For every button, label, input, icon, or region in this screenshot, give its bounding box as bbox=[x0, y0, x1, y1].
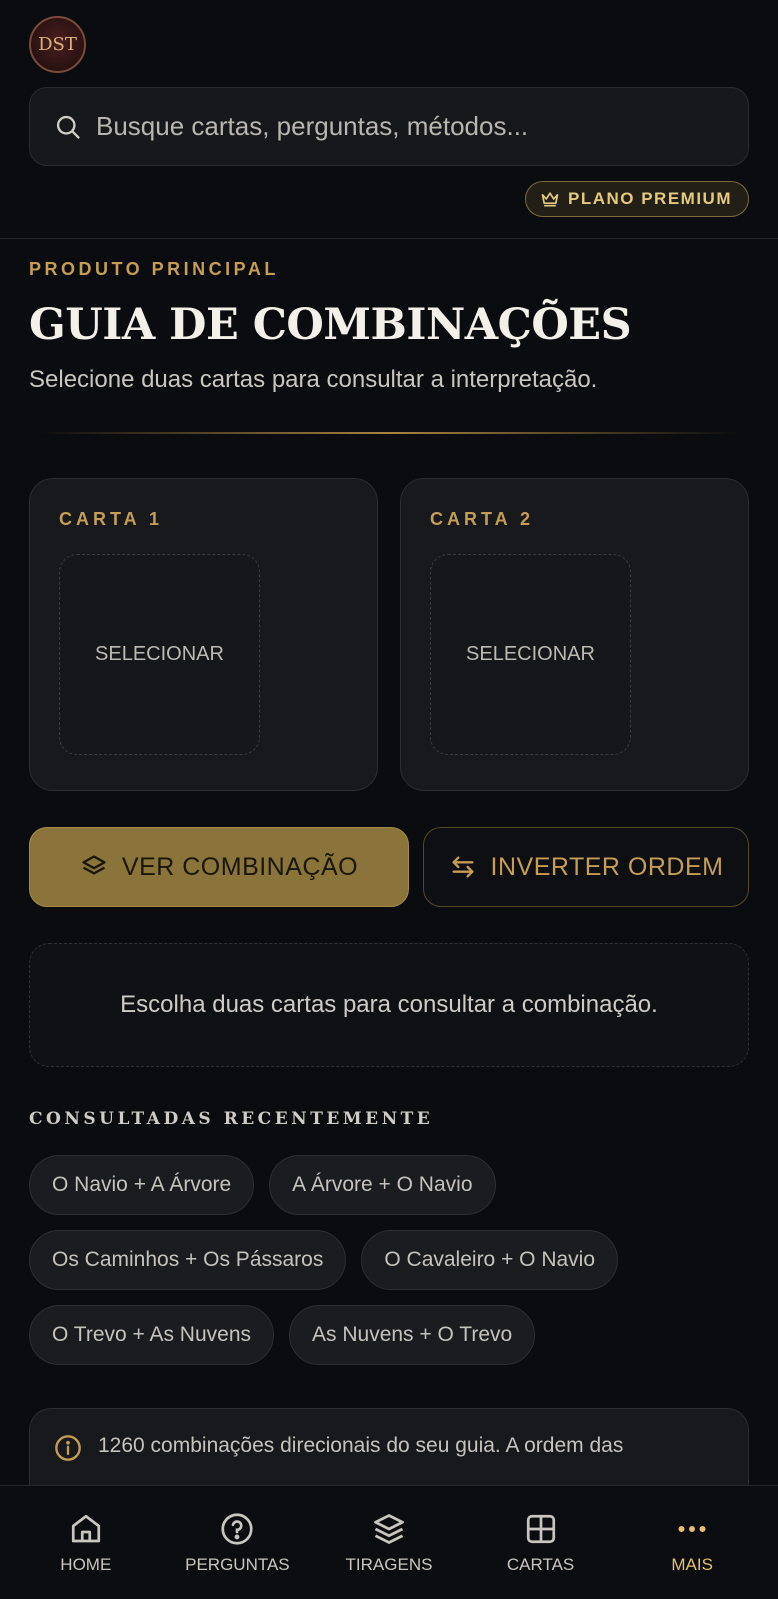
hint-text: Escolha duas cartas para consultar a com… bbox=[120, 991, 658, 1018]
nav-item-home[interactable]: HOME bbox=[11, 1511, 161, 1575]
search-input[interactable] bbox=[96, 111, 724, 142]
crown-icon bbox=[541, 192, 559, 207]
home-icon bbox=[71, 1514, 100, 1542]
recent-chip[interactable]: O Navio + A Árvore bbox=[29, 1155, 255, 1215]
search-icon bbox=[56, 115, 80, 139]
premium-plan-badge[interactable]: PLANO PREMIUM bbox=[525, 181, 749, 217]
bottom-navigation: HOME PERGUNTAS TIRAGENS CARTAS MAIS bbox=[0, 1485, 778, 1599]
nav-item-tiragens[interactable]: TIRAGENS bbox=[314, 1511, 464, 1575]
grid-icon bbox=[526, 1514, 555, 1543]
card-2-label: CARTA 2 bbox=[430, 509, 534, 529]
nav-label-home: HOME bbox=[60, 1554, 112, 1574]
view-combination-button[interactable]: VER COMBINAÇÃO bbox=[29, 827, 409, 907]
search-bar[interactable] bbox=[29, 87, 749, 166]
swap-arrows-icon bbox=[452, 856, 474, 878]
page-title: GUIA DE COMBINAÇÕES bbox=[29, 300, 632, 350]
card-2-select-slot[interactable]: SELECIONAR bbox=[430, 554, 631, 755]
nav-label-mais: MAIS bbox=[671, 1554, 713, 1574]
nav-item-perguntas[interactable]: PERGUNTAS bbox=[162, 1511, 312, 1575]
section-eyebrow: PRODUTO PRINCIPAL bbox=[29, 259, 279, 279]
recent-chip[interactable]: O Cavaleiro + O Navio bbox=[361, 1230, 619, 1290]
page-subtitle: Selecione duas cartas para consultar a i… bbox=[29, 366, 598, 393]
recent-chip[interactable]: O Trevo + As Nuvens bbox=[29, 1305, 275, 1365]
card-1-panel: CARTA 1 SELECIONAR bbox=[29, 478, 378, 791]
view-combination-label: VER COMBINAÇÃO bbox=[121, 852, 359, 881]
card-1-select-slot[interactable]: SELECIONAR bbox=[59, 554, 260, 755]
gold-divider bbox=[39, 432, 739, 434]
main-content: PRODUTO PRINCIPAL GUIA DE COMBINAÇÕES Se… bbox=[0, 259, 778, 1528]
recent-chip[interactable]: As Nuvens + O Trevo bbox=[289, 1305, 536, 1365]
recent-combinations-list: O Navio + A Árvore A Árvore + O Navio Os… bbox=[29, 1155, 749, 1365]
layers-icon bbox=[374, 1513, 404, 1544]
nav-label-cartas: CARTAS bbox=[506, 1554, 575, 1574]
card-2-panel: CARTA 2 SELECIONAR bbox=[400, 478, 749, 791]
invert-order-label: INVERTER ORDEM bbox=[490, 852, 724, 881]
question-icon bbox=[221, 1512, 253, 1545]
info-icon bbox=[55, 1435, 81, 1461]
app-logo[interactable]: DST bbox=[29, 16, 86, 73]
nav-item-mais[interactable]: MAIS bbox=[617, 1511, 767, 1575]
recent-chip[interactable]: A Árvore + O Navio bbox=[269, 1155, 496, 1215]
nav-label-tiragens: TIRAGENS bbox=[345, 1554, 433, 1574]
recent-section-title: CONSULTADAS RECENTEMENTE bbox=[29, 1109, 434, 1129]
nav-label-perguntas: PERGUNTAS bbox=[185, 1554, 290, 1574]
combination-guide-page: DST PLANO PREMIUM PRODUTO PRINCIPAL GUIA… bbox=[0, 0, 778, 1599]
logo-text: DST bbox=[38, 34, 77, 55]
more-icon bbox=[678, 1525, 706, 1532]
nav-item-cartas[interactable]: CARTAS bbox=[466, 1511, 616, 1575]
premium-label: PLANO PREMIUM bbox=[568, 189, 732, 208]
card-2-select-text: SELECIONAR bbox=[466, 643, 595, 665]
header: DST PLANO PREMIUM bbox=[0, 0, 778, 239]
layers-icon bbox=[82, 855, 106, 875]
combination-result-placeholder: Escolha duas cartas para consultar a com… bbox=[29, 943, 749, 1067]
card-1-label: CARTA 1 bbox=[59, 509, 163, 529]
action-buttons: VER COMBINAÇÃO INVERTER ORDEM bbox=[29, 827, 749, 907]
card-1-select-text: SELECIONAR bbox=[95, 643, 224, 665]
recent-chip[interactable]: Os Caminhos + Os Pássaros bbox=[29, 1230, 347, 1290]
card-selectors: CARTA 1 SELECIONAR CARTA 2 SELECIONAR bbox=[29, 478, 749, 791]
invert-order-button[interactable]: INVERTER ORDEM bbox=[423, 827, 749, 907]
